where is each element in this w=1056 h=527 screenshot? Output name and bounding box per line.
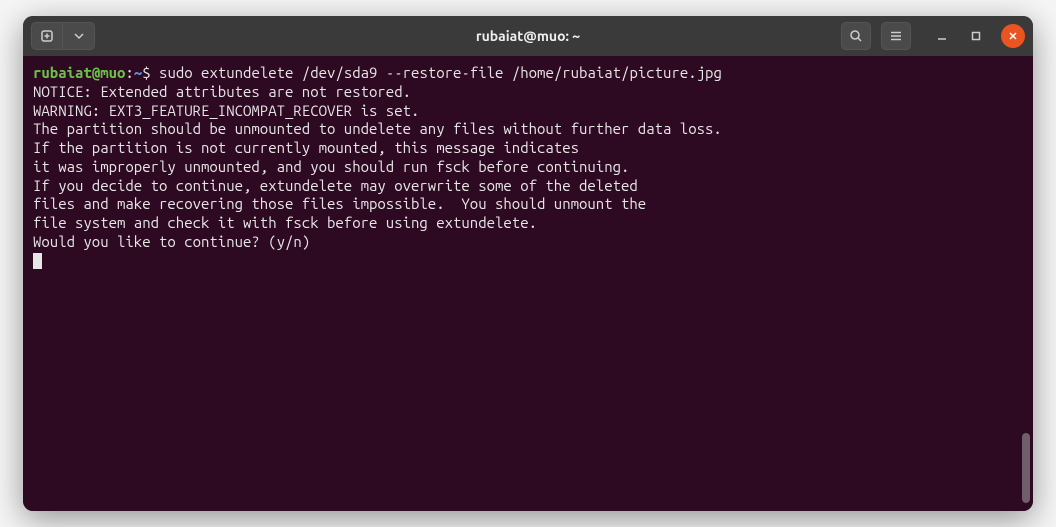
minimize-icon xyxy=(936,30,948,42)
close-icon xyxy=(1008,31,1018,41)
prompt-dollar: $ xyxy=(142,64,159,81)
maximize-button[interactable] xyxy=(967,27,985,45)
new-tab-button[interactable] xyxy=(31,22,63,50)
output-line: it was improperly unmounted, and you sho… xyxy=(33,158,1023,177)
window-title: rubaiat@muo: ~ xyxy=(476,28,580,44)
terminal-body[interactable]: rubaiat@muo:~$ sudo extundelete /dev/sda… xyxy=(23,56,1033,511)
output-line: If the partition is not currently mounte… xyxy=(33,139,1023,158)
maximize-icon xyxy=(970,30,982,42)
minimize-button[interactable] xyxy=(933,27,951,45)
output-line: NOTICE: Extended attributes are not rest… xyxy=(33,83,1023,102)
prompt-user: rubaiat xyxy=(33,64,92,81)
prompt-line: rubaiat@muo:~$ sudo extundelete /dev/sda… xyxy=(33,64,1023,83)
output-line: file system and check it with fsck befor… xyxy=(33,214,1023,233)
output-line: Would you like to continue? (y/n) xyxy=(33,233,1023,252)
search-button[interactable] xyxy=(841,22,871,50)
terminal-cursor xyxy=(33,253,42,269)
output-line: WARNING: EXT3_FEATURE_INCOMPAT_RECOVER i… xyxy=(33,102,1023,121)
titlebar-left-controls xyxy=(31,22,95,50)
prompt-host: muo xyxy=(100,64,125,81)
command-text: sudo extundelete /dev/sda9 --restore-fil… xyxy=(159,64,722,81)
menu-button[interactable] xyxy=(881,22,911,50)
close-button[interactable] xyxy=(1001,24,1025,48)
prompt-path: ~ xyxy=(134,64,142,81)
scrollbar-thumb[interactable] xyxy=(1022,433,1030,503)
new-tab-icon xyxy=(39,28,55,44)
titlebar-right-controls xyxy=(841,22,1025,50)
hamburger-icon xyxy=(889,29,903,43)
window-controls xyxy=(933,24,1025,48)
tab-dropdown-button[interactable] xyxy=(63,22,95,50)
output-line: If you decide to continue, extundelete m… xyxy=(33,177,1023,196)
prompt-at: @ xyxy=(92,64,100,81)
cursor-line xyxy=(33,252,1023,271)
chevron-down-icon xyxy=(74,31,84,41)
titlebar: rubaiat@muo: ~ xyxy=(23,16,1033,56)
search-icon xyxy=(849,29,863,43)
prompt-colon: : xyxy=(125,64,133,81)
output-line: The partition should be unmounted to und… xyxy=(33,120,1023,139)
output-line: files and make recovering those files im… xyxy=(33,195,1023,214)
terminal-window: rubaiat@muo: ~ xyxy=(23,16,1033,511)
